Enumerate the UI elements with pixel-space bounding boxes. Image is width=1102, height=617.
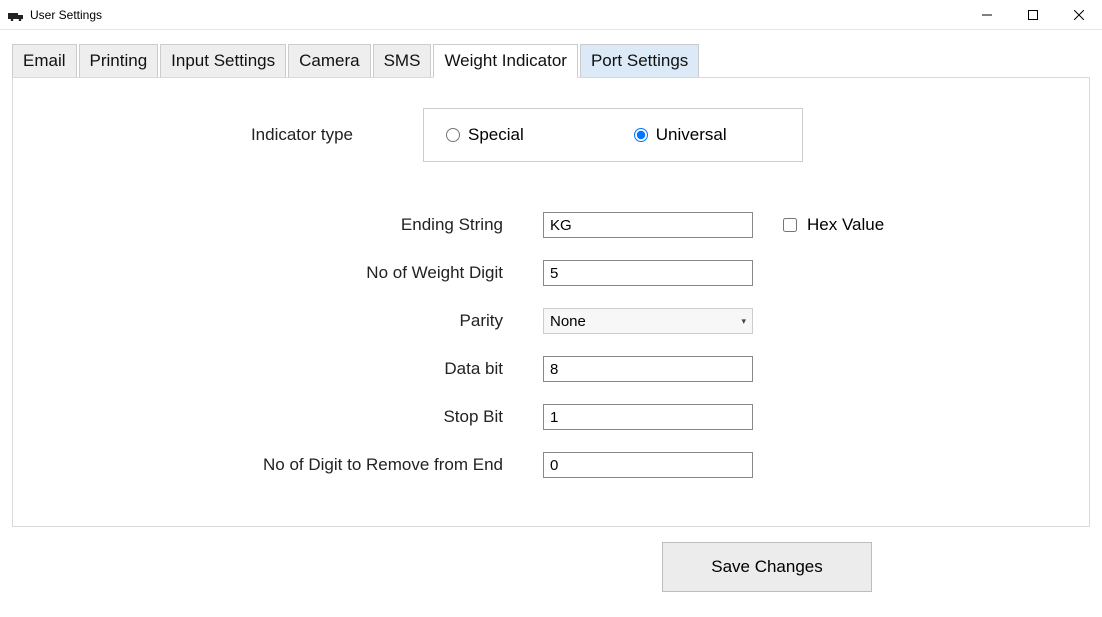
indicator-type-group: Special Universal — [423, 108, 803, 162]
app-icon — [8, 9, 24, 21]
remove-end-row: No of Digit to Remove from End — [43, 452, 1059, 478]
data-bit-row: Data bit — [43, 356, 1059, 382]
tab-printing[interactable]: Printing — [79, 44, 159, 78]
stop-bit-label: Stop Bit — [43, 407, 543, 427]
data-bit-label: Data bit — [43, 359, 543, 379]
save-row: Save Changes — [0, 542, 1102, 592]
hex-value-label: Hex Value — [807, 215, 884, 235]
indicator-type-label: Indicator type — [43, 125, 423, 145]
hex-value-checkbox[interactable]: Hex Value — [783, 215, 884, 235]
remove-end-input[interactable] — [543, 452, 753, 478]
weight-digit-input[interactable] — [543, 260, 753, 286]
ending-string-label: Ending String — [43, 215, 543, 235]
hex-value-input[interactable] — [783, 218, 797, 232]
close-button[interactable] — [1056, 0, 1102, 29]
radio-special-label: Special — [468, 125, 524, 145]
parity-select[interactable]: None ▾ — [543, 308, 753, 334]
window-controls — [964, 0, 1102, 29]
tab-email[interactable]: Email — [12, 44, 77, 78]
tab-weight-indicator[interactable]: Weight Indicator — [433, 44, 578, 78]
indicator-type-row: Indicator type Special Universal — [43, 108, 1059, 162]
chevron-down-icon: ▾ — [741, 316, 746, 327]
parity-label: Parity — [43, 311, 543, 331]
minimize-button[interactable] — [964, 0, 1010, 29]
ending-string-input[interactable] — [543, 212, 753, 238]
save-button[interactable]: Save Changes — [662, 542, 872, 592]
radio-special-input[interactable] — [446, 128, 460, 142]
titlebar: User Settings — [0, 0, 1102, 30]
tab-strip: Email Printing Input Settings Camera SMS… — [0, 30, 1102, 78]
weight-digit-row: No of Weight Digit — [43, 260, 1059, 286]
ending-string-row: Ending String Hex Value — [43, 212, 1059, 238]
radio-universal-label: Universal — [656, 125, 727, 145]
parity-value: None — [550, 313, 586, 330]
tab-input-settings[interactable]: Input Settings — [160, 44, 286, 78]
tab-camera[interactable]: Camera — [288, 44, 370, 78]
tab-port-settings[interactable]: Port Settings — [580, 44, 699, 78]
remove-end-label: No of Digit to Remove from End — [43, 454, 543, 475]
data-bit-input[interactable] — [543, 356, 753, 382]
stop-bit-row: Stop Bit — [43, 404, 1059, 430]
weight-digit-label: No of Weight Digit — [43, 263, 543, 283]
maximize-button[interactable] — [1010, 0, 1056, 29]
radio-universal-input[interactable] — [634, 128, 648, 142]
window-title: User Settings — [30, 8, 964, 22]
stop-bit-input[interactable] — [543, 404, 753, 430]
radio-special[interactable]: Special — [446, 125, 524, 145]
parity-row: Parity None ▾ — [43, 308, 1059, 334]
tab-sms[interactable]: SMS — [373, 44, 432, 78]
radio-universal[interactable]: Universal — [634, 125, 727, 145]
settings-panel: Indicator type Special Universal Ending … — [12, 77, 1090, 527]
